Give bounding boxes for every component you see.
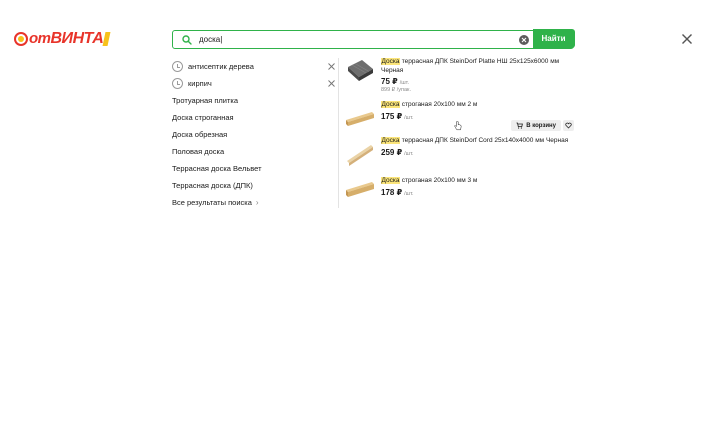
search-icon	[179, 32, 195, 48]
add-to-cart-button[interactable]: В корзину	[511, 120, 561, 131]
logo[interactable]: отВИНТА	[14, 30, 111, 48]
history-item[interactable]: кирпич	[172, 75, 336, 92]
logo-bang-icon	[102, 32, 111, 46]
product-title[interactable]: Доска строганая 20x100 мм 3 м	[381, 177, 577, 186]
heart-icon	[565, 122, 572, 129]
history-icon	[172, 78, 183, 89]
history-item-label: кирпич	[188, 79, 212, 88]
suggestions-list: антисептик дерева кирпич Тротуарная плит…	[172, 58, 336, 211]
logo-name: ВИНТА	[50, 30, 104, 47]
chevron-right-icon: ›	[255, 198, 259, 207]
product-title-text: террасная ДПК SteinDorf Platte НШ 25x125…	[381, 58, 560, 74]
product-results: Доска террасная ДПК SteinDorf Platte НШ …	[345, 58, 577, 205]
product-price: 259 ₽/шт.	[381, 148, 577, 157]
divider	[338, 58, 339, 208]
clear-icon[interactable]	[518, 34, 529, 45]
history-icon	[172, 61, 183, 72]
price-value: 75 ₽	[381, 77, 398, 86]
price-unit: /шт.	[404, 150, 414, 157]
product-image	[345, 141, 375, 167]
suggestion-item[interactable]: Террасная доска (ДПК)	[172, 177, 336, 194]
suggestion-item[interactable]: Доска обрезная	[172, 126, 336, 143]
hand-cursor-icon	[454, 118, 462, 131]
product-item[interactable]: Доска террасная ДПК SteinDorf Cord 25x14…	[345, 137, 577, 177]
product-image	[345, 177, 375, 203]
logo-prefix: от	[29, 30, 51, 47]
pack-price: 899 ₽ /упак.	[381, 87, 411, 93]
all-results-label: Все результаты поиска	[172, 198, 252, 207]
product-title[interactable]: Доска террасная ДПК SteinDorf Cord 25x14…	[381, 137, 577, 146]
history-item-label: антисептик дерева	[188, 62, 254, 71]
search-bar: Найти	[172, 29, 575, 49]
product-image	[345, 58, 375, 84]
product-price: 75 ₽/шт.	[381, 77, 577, 86]
product-title[interactable]: Доска террасная ДПК SteinDorf Platte НШ …	[381, 58, 577, 75]
price-unit: /шт.	[404, 190, 414, 197]
cart-icon	[516, 122, 524, 129]
query-highlight: Доска	[381, 137, 400, 144]
product-title-text: строганая 20x100 мм 2 м	[399, 101, 478, 108]
price-value: 178 ₽	[381, 187, 403, 197]
price-value: 259 ₽	[381, 147, 403, 157]
suggestion-item[interactable]: Тротуарная плитка	[172, 92, 336, 109]
remove-icon[interactable]	[327, 79, 336, 88]
search-input[interactable]	[199, 32, 519, 47]
logo-mark-icon	[14, 32, 28, 46]
suggestion-item[interactable]: Террасная доска Вельвет	[172, 160, 336, 177]
product-item[interactable]: Доска террасная ДПК SteinDorf Platte НШ …	[345, 58, 577, 101]
add-to-cart-label: В корзину	[526, 122, 556, 129]
query-highlight: Доска	[381, 58, 400, 65]
suggestion-item[interactable]: Половая доска	[172, 143, 336, 160]
query-highlight: Доска	[381, 101, 400, 108]
history-item[interactable]: антисептик дерева	[172, 58, 336, 75]
search-button[interactable]: Найти	[532, 29, 575, 49]
product-price: 178 ₽/шт.	[381, 188, 577, 197]
all-results-link[interactable]: Все результаты поиска ›	[172, 194, 336, 211]
product-title[interactable]: Доска строганая 20x100 мм 2 м	[381, 101, 577, 110]
product-title-text: террасная ДПК SteinDorf Cord 25x140x4000…	[399, 137, 569, 144]
product-image	[345, 105, 375, 131]
remove-icon[interactable]	[327, 62, 336, 71]
product-item[interactable]: Доска строганая 20x100 мм 3 м 178 ₽/шт.	[345, 177, 577, 205]
query-highlight: Доска	[381, 177, 400, 184]
price-unit: /шт.	[404, 114, 414, 121]
price-unit: /шт.	[399, 80, 410, 86]
price-value: 175 ₽	[381, 111, 403, 121]
favorite-button[interactable]	[563, 120, 574, 131]
close-icon[interactable]	[680, 32, 694, 46]
suggestion-item[interactable]: Доска строганная	[172, 109, 336, 126]
product-title-text: строганая 20x100 мм 3 м	[399, 177, 478, 184]
